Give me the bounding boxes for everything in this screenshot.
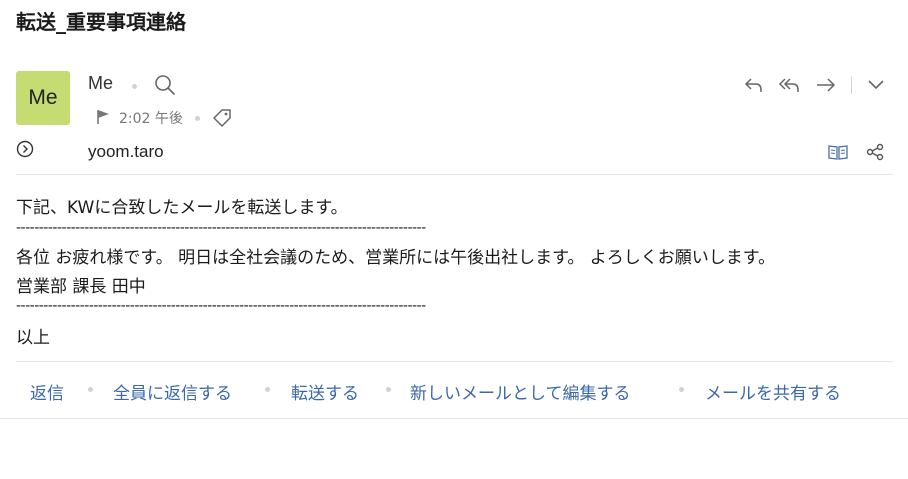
bottom-divider: [0, 418, 908, 419]
chevron-circle-icon[interactable]: [16, 140, 34, 158]
separator-dot: [195, 116, 200, 121]
body-separator: ----------------------------------------…: [16, 298, 426, 314]
body-signature: 営業部 課長 田中: [16, 277, 146, 297]
separator-dot: [386, 387, 391, 392]
separator-dot: [88, 387, 93, 392]
toolbar-divider: [851, 76, 852, 94]
footer-divider: [16, 361, 893, 362]
flag-icon[interactable]: [96, 109, 110, 125]
share-icon[interactable]: [865, 143, 885, 161]
chevron-down-icon[interactable]: [866, 78, 886, 92]
body-separator: ----------------------------------------…: [16, 220, 426, 236]
reply-icon[interactable]: [744, 76, 764, 94]
email-subject: 転送_重要事項連絡: [16, 10, 186, 34]
reply-button[interactable]: 返信: [30, 379, 64, 404]
tag-icon[interactable]: [211, 107, 233, 129]
sender-name[interactable]: Me: [88, 73, 113, 94]
reply-all-button[interactable]: 全員に返信する: [113, 379, 232, 404]
sent-time: 2:02 午後: [119, 111, 183, 127]
avatar-initials: Me: [28, 86, 58, 109]
search-icon[interactable]: [154, 74, 176, 96]
forward-icon[interactable]: [815, 76, 837, 94]
share-email-button[interactable]: メールを共有する: [705, 379, 841, 404]
separator-dot: [132, 84, 137, 89]
avatar[interactable]: Me: [16, 71, 70, 125]
body-message: 各位 お疲れ様です。 明日は全社会議のため、営業所には午後出社します。 よろしく…: [16, 248, 776, 268]
header-divider: [16, 174, 893, 175]
body-closing: 以上: [16, 328, 50, 348]
recipient-name[interactable]: yoom.taro: [88, 142, 164, 162]
separator-dot: [679, 387, 684, 392]
body-intro: 下記、KWに合致したメールを転送します。: [16, 198, 348, 218]
forward-button[interactable]: 転送する: [291, 379, 359, 404]
separator-dot: [265, 387, 270, 392]
edit-as-new-button[interactable]: 新しいメールとして編集する: [410, 379, 631, 404]
book-icon[interactable]: [827, 143, 849, 161]
reply-all-icon[interactable]: [778, 76, 800, 94]
